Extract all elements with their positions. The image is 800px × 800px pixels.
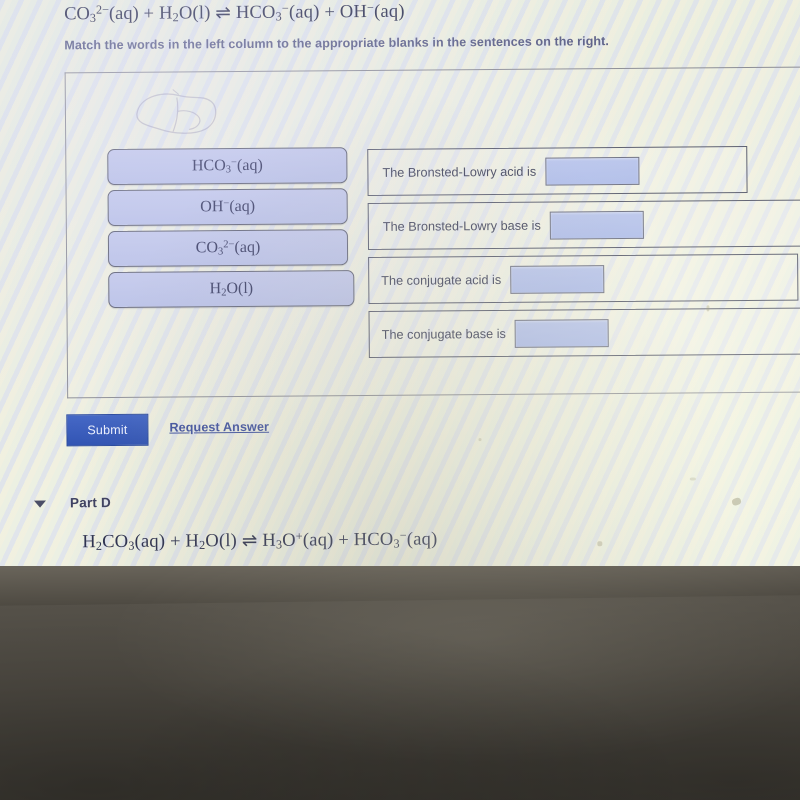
partd-equilibrium-arrow-icon: ⇌ xyxy=(241,531,263,552)
tile-h2o[interactable]: H2O(l) xyxy=(108,270,355,309)
tile-hco3-label: HCO3−(aq) xyxy=(191,156,263,176)
charge-minus: − xyxy=(281,1,290,16)
drop-zone-bl-base[interactable] xyxy=(549,210,644,240)
equation-product-2: OH−(aq) xyxy=(339,0,405,23)
sub-2: 2 xyxy=(172,10,180,25)
screen-speck xyxy=(689,477,696,481)
drop-zone-conj-acid[interactable] xyxy=(510,264,605,294)
row-conj-acid: The conjugate acid is xyxy=(368,253,799,305)
part-d-label: Part D xyxy=(69,495,112,511)
partd-reactant-1: H2CO3(aq) xyxy=(82,532,166,554)
equation-reactant-1: CO32−(aq) xyxy=(64,3,139,26)
tile-co3[interactable]: CO32−(aq) xyxy=(107,229,349,268)
laptop-screen-area: CO32−(aq) + H2O(l) ⇌ HCO3−(aq) + OH−(aq)… xyxy=(0,0,800,586)
charge-minus-b: − xyxy=(366,0,375,16)
drop-zone-bl-acid[interactable] xyxy=(545,156,640,186)
tile-oh-label: OH−(aq) xyxy=(200,197,256,216)
row-conj-base-text: The conjugate base is xyxy=(381,326,506,342)
row-bl-acid-text: The Bronsted-Lowry acid is xyxy=(382,164,537,180)
laptop-bezel: hp xyxy=(0,566,800,800)
screen-content-tilt-wrapper: CO32−(aq) + H2O(l) ⇌ HCO3−(aq) + OH−(aq)… xyxy=(0,0,800,586)
charge-2minus: 2− xyxy=(95,3,109,18)
equilibrium-arrow-icon: ⇌ xyxy=(215,3,236,24)
tile-oh[interactable]: OH−(aq) xyxy=(107,188,348,227)
sentence-rows-column: The Bronsted-Lowry acid is The Bronsted-… xyxy=(367,145,800,365)
screen-speck xyxy=(731,496,742,507)
tile-h2o-label: H2O(l) xyxy=(209,279,254,299)
plus-2: + xyxy=(324,2,340,23)
equation-product-1: HCO3−(aq) xyxy=(235,1,320,24)
partd-plus-1: + xyxy=(169,531,186,553)
row-bl-base-text: The Bronsted-Lowry base is xyxy=(382,218,541,234)
instruction-text: Match the words in the left column to th… xyxy=(64,34,610,53)
bezel-top-highlight xyxy=(0,566,800,606)
part-c-equation: CO32−(aq) + H2O(l) ⇌ HCO3−(aq) + OH−(aq) xyxy=(64,1,405,27)
tile-co3-label: CO32−(aq) xyxy=(195,238,261,258)
screen-speck xyxy=(706,305,710,312)
screen-speck xyxy=(597,541,603,547)
partd-reactant-2: H2O(l) xyxy=(185,531,238,553)
draggable-tiles-column: HCO3−(aq) OH−(aq) CO32−(aq) H2O(l) xyxy=(107,147,355,313)
row-conj-base: The conjugate base is xyxy=(368,307,800,359)
equation-reactant-2: H2O(l) xyxy=(158,3,211,25)
row-bl-acid: The Bronsted-Lowry acid is xyxy=(367,146,748,197)
tile-hco3[interactable]: HCO3−(aq) xyxy=(107,147,348,186)
row-conj-acid-text: The conjugate acid is xyxy=(381,272,502,288)
submit-button[interactable]: Submit xyxy=(66,413,149,447)
triangle-down-icon[interactable] xyxy=(33,500,47,508)
plus-1: + xyxy=(143,4,160,25)
drop-zone-conj-base[interactable] xyxy=(514,318,609,348)
screen-speck xyxy=(478,438,482,442)
row-bl-base: The Bronsted-Lowry base is xyxy=(367,199,800,251)
partd-plus-2: + xyxy=(338,530,354,551)
partd-product-2: HCO3−(aq) xyxy=(353,528,438,551)
request-answer-link[interactable]: Request Answer xyxy=(169,420,269,435)
partd-product-1: H3O+(aq) xyxy=(262,529,334,552)
part-d-equation: H2CO3(aq) + H2O(l) ⇌ H3O+(aq) + HCO3−(aq… xyxy=(82,528,437,554)
